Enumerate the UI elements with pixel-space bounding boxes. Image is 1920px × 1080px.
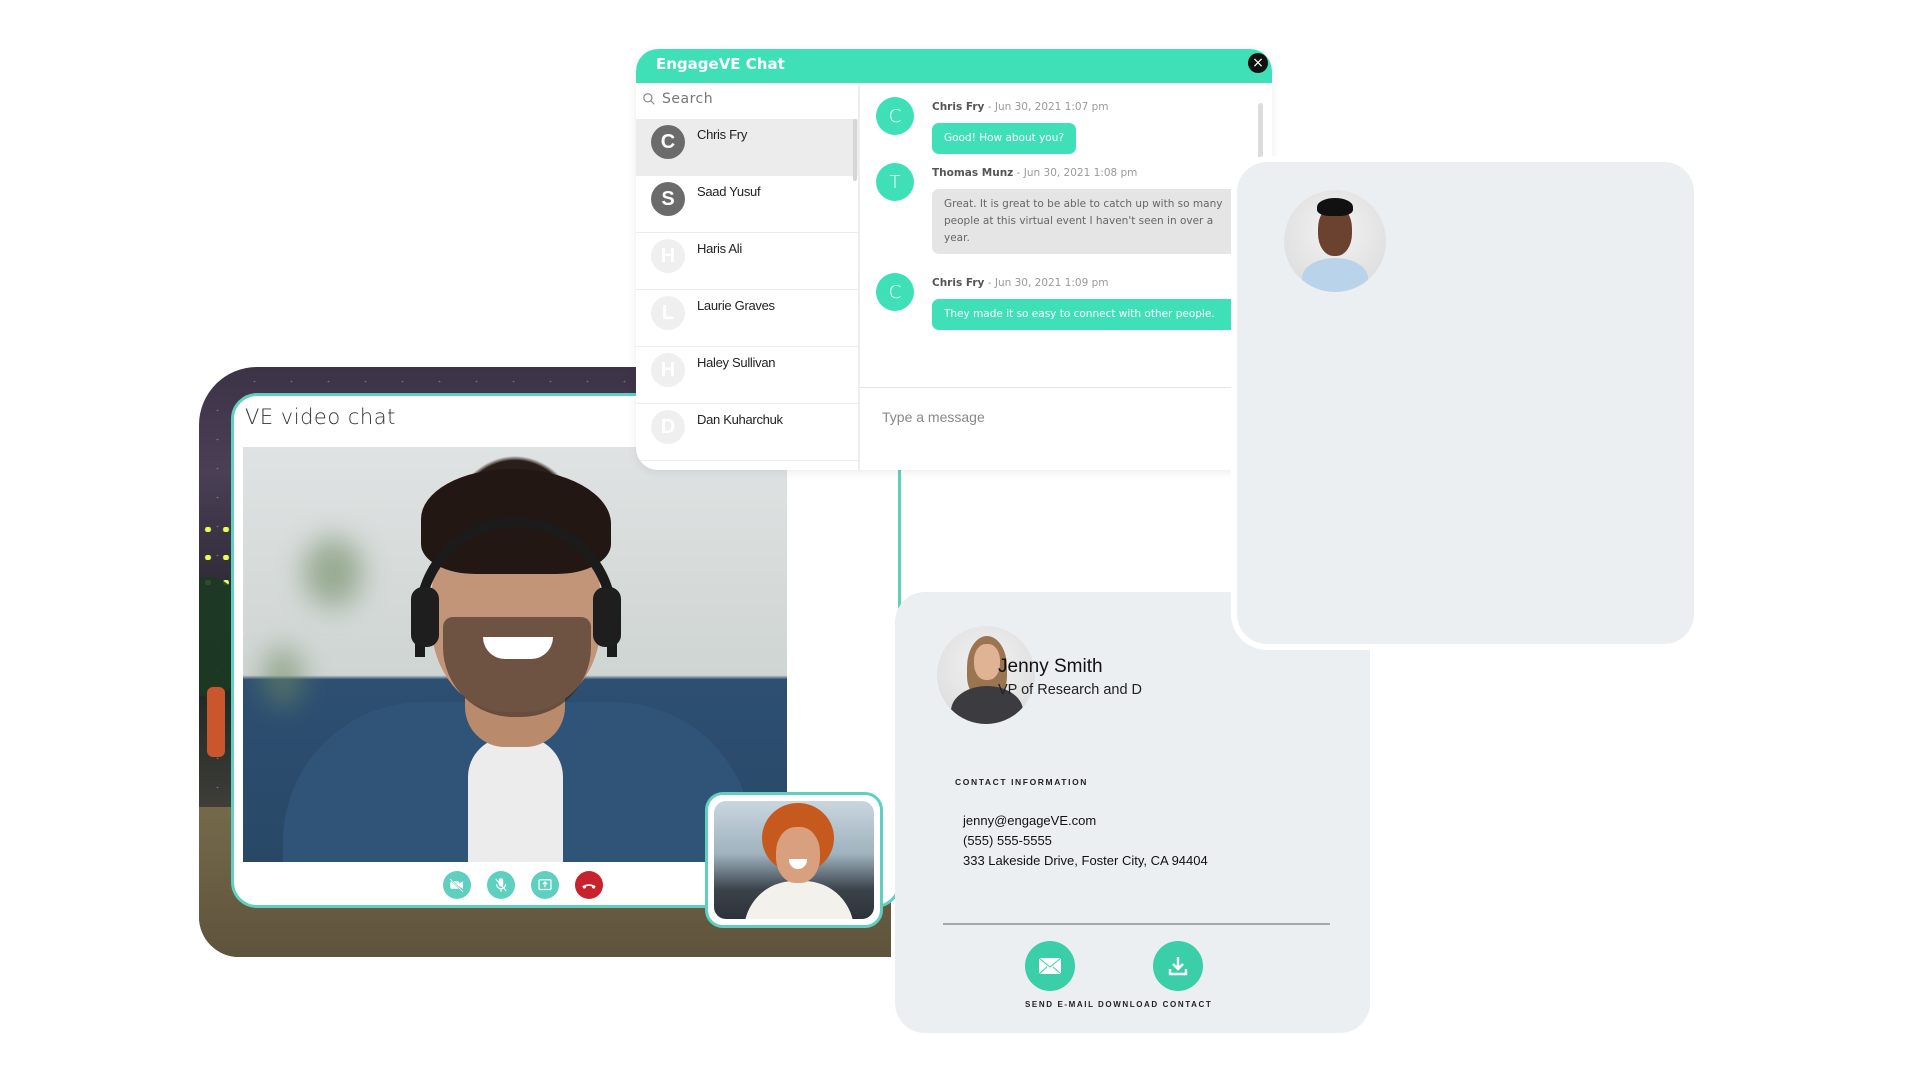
download-contact-button[interactable] (1153, 941, 1203, 991)
camera-off-icon (449, 878, 464, 893)
contact-title: VP of Research and D (998, 682, 1143, 698)
chat-panel: EngageVE Chat × Search C Chris Fry S Saa… (636, 49, 1272, 470)
contact-list: C Chris Fry S Saad Yusuf H Haris Ali L L… (636, 119, 858, 461)
message-avatar: C (876, 273, 914, 311)
mute-button[interactable] (487, 871, 515, 899)
message-bubble: They made it so easy to connect with oth… (932, 299, 1242, 330)
contact-avatar: H (651, 353, 685, 387)
contact-name: Laurie Graves (697, 298, 775, 313)
hang-up-icon (582, 884, 596, 889)
contact-name: Haris Ali (697, 241, 742, 256)
message-author: Chris Fry (932, 101, 985, 113)
contact-email[interactable]: jenny@engageVE.com (963, 811, 1208, 831)
self-face (776, 827, 820, 883)
contact-avatar: H (651, 239, 685, 273)
contact-phone: (555) 555-5555 (963, 833, 1052, 848)
message-input[interactable]: Type a message (882, 409, 985, 425)
message-author: Chris Fry (932, 277, 985, 289)
mic-off-icon (495, 878, 507, 892)
send-email-button[interactable] (1025, 941, 1075, 991)
message-bubble: Good! How about you? (932, 123, 1076, 154)
self-video-preview (705, 792, 883, 928)
contact-name: Chris Fry (697, 127, 748, 142)
contact-card: Jenny Smith VP of Research and D CONTACT… (895, 592, 1370, 1033)
contact-details: jenny@engageVE.com (555) 555-5555 333 La… (963, 811, 1208, 871)
contact-name: Haley Sullivan (697, 355, 776, 370)
my-profile-card (1237, 162, 1694, 644)
contact-avatar: S (651, 182, 685, 216)
search-icon (643, 93, 655, 105)
chat-title: EngageVE Chat (656, 55, 785, 73)
end-call-button[interactable] (575, 871, 603, 899)
contact-item[interactable]: C Chris Fry (636, 119, 858, 176)
message-timestamp: Jun 30, 2021 1:08 pm (1023, 167, 1138, 179)
message-timestamp: Jun 30, 2021 1:07 pm (994, 101, 1109, 113)
composer-divider (860, 387, 1250, 388)
camera-off-button[interactable] (443, 871, 471, 899)
message-meta: Chris Fry - Jun 30, 2021 1:07 pm (932, 101, 1109, 113)
search-input[interactable]: Search (642, 91, 713, 107)
contact-item[interactable]: L Laurie Graves (636, 290, 858, 347)
profile-photo (1284, 190, 1386, 292)
divider (943, 923, 1330, 925)
contact-name: Saad Yusuf (697, 184, 761, 199)
envelope-icon (1038, 957, 1062, 975)
remote-video-feed (243, 447, 787, 862)
avatar-person (207, 687, 225, 757)
message-meta: Chris Fry - Jun 30, 2021 1:09 pm (932, 277, 1109, 289)
message-timestamp: Jun 30, 2021 1:09 pm (994, 277, 1109, 289)
contact-item[interactable]: S Saad Yusuf (636, 176, 858, 233)
share-screen-icon (538, 879, 552, 891)
message-meta: Thomas Munz - Jun 30, 2021 1:08 pm (932, 167, 1138, 179)
contact-list-scrollbar[interactable] (853, 119, 857, 181)
message-avatar: C (876, 97, 914, 135)
message-bubble: Great. It is great to be able to catch u… (932, 189, 1242, 254)
close-icon[interactable]: × (1248, 53, 1268, 73)
contact-avatar: L (651, 296, 685, 330)
message-avatar: T (876, 163, 914, 201)
contact-info-heading: CONTACT INFORMATION (955, 777, 1089, 787)
download-icon (1168, 957, 1188, 976)
contact-item[interactable]: D Dan Kuharchuk (636, 404, 858, 461)
video-chat-title: VE video chat (245, 405, 396, 429)
send-email-label[interactable]: SEND E-MAIL (1025, 1000, 1095, 1009)
contact-name: Dan Kuharchuk (697, 412, 783, 427)
contact-avatar: C (651, 125, 685, 159)
download-contact-label[interactable]: DOWNLOAD CONTACT (1098, 1000, 1212, 1009)
call-controls (443, 871, 603, 899)
contact-address: 333 Lakeside Drive, Foster City, CA 9440… (963, 853, 1208, 868)
search-placeholder: Search (662, 91, 714, 107)
message-author: Thomas Munz (932, 167, 1014, 179)
contact-item[interactable]: H Haley Sullivan (636, 347, 858, 404)
contact-item[interactable]: H Haris Ali (636, 233, 858, 290)
share-screen-button[interactable] (531, 871, 559, 899)
chat-header: EngageVE Chat × (636, 49, 1272, 83)
contact-avatar: D (651, 410, 685, 444)
chat-divider (858, 83, 860, 470)
contact-name: Jenny Smith (998, 656, 1103, 677)
